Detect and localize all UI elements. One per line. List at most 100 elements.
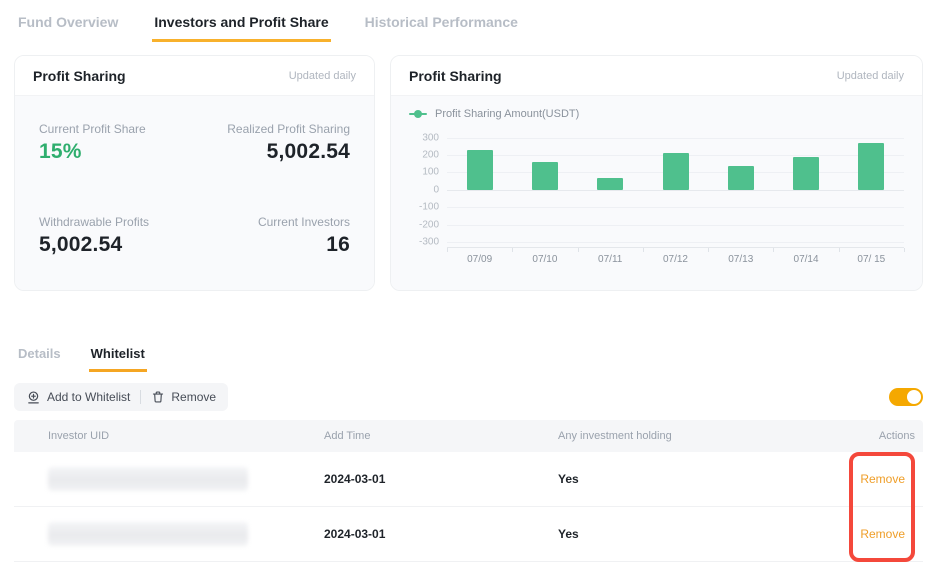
add-to-whitelist-icon <box>26 390 41 405</box>
y-axis-tick-label: -100 <box>419 202 439 213</box>
whitelist-toggle[interactable] <box>889 388 923 406</box>
chart-card-title: Profit Sharing <box>409 68 502 84</box>
remove-row-link[interactable]: Remove <box>860 472 905 486</box>
profit-sharing-chart-card: Profit Sharing Updated daily Profit Shar… <box>390 55 923 291</box>
x-axis-tick-label: 07/09 <box>447 254 512 265</box>
toggle-knob <box>907 390 921 404</box>
bar-0712 <box>663 153 689 189</box>
redacted-uid <box>48 467 248 491</box>
whitelist-toolbar: Add to Whitelist Remove <box>14 383 923 411</box>
gridline <box>447 138 904 139</box>
whitelist-actions-group: Add to Whitelist Remove <box>14 383 228 411</box>
chart-y-axis: 3002001000-100-200-300 <box>409 136 439 248</box>
fund-management-page: Fund Overview Investors and Profit Share… <box>0 0 937 579</box>
y-axis-tick-label: 300 <box>422 132 439 143</box>
stat-withdrawable-profits: Withdrawable Profits 5,002.54 <box>39 215 195 292</box>
add-time-cell: 2024-03-01 <box>324 527 558 541</box>
stat-current-investors: Current Investors 16 <box>195 215 351 292</box>
redacted-uid <box>48 522 248 546</box>
x-axis-tick <box>643 248 644 252</box>
y-axis-tick-label: -300 <box>419 236 439 247</box>
x-axis-tick <box>578 248 579 252</box>
gridline <box>447 242 904 243</box>
y-axis-tick-label: 0 <box>433 184 439 195</box>
profit-sharing-summary-card: Profit Sharing Updated daily Current Pro… <box>14 55 375 291</box>
bar-0709 <box>467 150 493 190</box>
summary-card-title: Profit Sharing <box>33 68 126 84</box>
toolbar-divider <box>140 390 141 404</box>
chart-card-header: Profit Sharing Updated daily <box>391 56 922 96</box>
table-row: 2024-03-01 Yes Remove <box>14 507 923 562</box>
table-row: 2024-03-01 Yes Remove <box>14 452 923 507</box>
actions-cell: Remove <box>858 470 923 488</box>
gridline <box>447 225 904 226</box>
stat-label: Realized Profit Sharing <box>195 122 351 136</box>
tab-details[interactable]: Details <box>16 340 63 372</box>
holding-cell: Yes <box>558 472 858 486</box>
x-axis-tick-label: 07/14 <box>773 254 838 265</box>
chart-plot-area <box>447 136 904 248</box>
summary-card-header: Profit Sharing Updated daily <box>15 56 374 96</box>
legend-series-marker-icon <box>409 110 427 118</box>
remove-button[interactable]: Remove <box>151 390 216 404</box>
chart-x-axis: 07/0907/1007/1107/1207/1307/1407/ 15 <box>447 254 904 265</box>
tab-fund-overview[interactable]: Fund Overview <box>16 8 120 42</box>
remove-row-link[interactable]: Remove <box>860 527 905 541</box>
legend-series-label: Profit Sharing Amount(USDT) <box>435 108 579 120</box>
y-axis-tick-label: -200 <box>419 219 439 230</box>
stat-value: 5,002.54 <box>39 233 195 257</box>
gridline <box>447 190 904 191</box>
x-axis-tick <box>512 248 513 252</box>
add-time-cell: 2024-03-01 <box>324 472 558 486</box>
whitelist-table: Investor UID Add Time Any investment hol… <box>14 420 923 562</box>
column-header-investor-uid: Investor UID <box>14 430 324 442</box>
x-axis-tick-label: 07/13 <box>708 254 773 265</box>
x-axis-tick-label: 07/ 15 <box>839 254 904 265</box>
x-axis-tick <box>904 248 905 252</box>
table-header-row: Investor UID Add Time Any investment hol… <box>14 420 923 452</box>
remove-button-label: Remove <box>171 390 216 404</box>
stat-label: Current Profit Share <box>39 122 195 136</box>
y-axis-tick-label: 100 <box>422 167 439 178</box>
stat-label: Current Investors <box>195 215 351 229</box>
x-axis-tick <box>839 248 840 252</box>
investor-uid-cell <box>14 467 324 491</box>
stat-realized-profit-sharing: Realized Profit Sharing 5,002.54 <box>195 122 351 199</box>
bar-0710 <box>532 162 558 190</box>
stat-value: 5,002.54 <box>195 140 351 164</box>
x-axis-tick <box>708 248 709 252</box>
x-axis-tick-label: 07/12 <box>643 254 708 265</box>
column-header-any-investment-holding: Any investment holding <box>558 430 858 442</box>
y-axis-tick-label: 200 <box>422 150 439 161</box>
stat-value: 16 <box>195 233 351 257</box>
chart-legend[interactable]: Profit Sharing Amount(USDT) <box>409 108 904 120</box>
x-axis-tick <box>447 248 448 252</box>
section-tabs: Details Whitelist <box>16 340 147 372</box>
chart-card-body: Profit Sharing Amount(USDT) 300 200 100 0 -1… <box>391 96 922 291</box>
x-axis-tick-label: 07/11 <box>578 254 643 265</box>
bar-0714 <box>793 157 819 190</box>
holding-cell: Yes <box>558 527 858 541</box>
stat-current-profit-share: Current Profit Share 15% <box>39 122 195 199</box>
chart-updated-daily-label: Updated daily <box>837 70 904 82</box>
investor-uid-cell <box>14 522 324 546</box>
x-axis-tick <box>773 248 774 252</box>
add-to-whitelist-label: Add to Whitelist <box>47 390 130 404</box>
tab-whitelist[interactable]: Whitelist <box>89 340 147 372</box>
actions-cell: Remove <box>858 525 923 543</box>
stat-label: Withdrawable Profits <box>39 215 195 229</box>
column-header-actions: Actions <box>858 430 923 442</box>
summary-card-body: Current Profit Share 15% Realized Profit… <box>15 96 374 291</box>
summary-updated-daily-label: Updated daily <box>289 70 356 82</box>
column-header-add-time: Add Time <box>324 430 558 442</box>
bar-0711 <box>597 178 623 190</box>
tab-investors-and-profit-share[interactable]: Investors and Profit Share <box>152 8 330 42</box>
trash-icon <box>151 390 165 404</box>
tab-historical-performance[interactable]: Historical Performance <box>363 8 520 42</box>
profit-sharing-bar-chart: 3002001000-100-200-300 07/0907/1007/1107… <box>409 136 904 276</box>
add-to-whitelist-button[interactable]: Add to Whitelist <box>26 390 130 405</box>
bar-0713 <box>728 166 754 190</box>
bar-0715 <box>858 143 884 190</box>
gridline <box>447 207 904 208</box>
top-tabs: Fund Overview Investors and Profit Share… <box>16 8 520 42</box>
